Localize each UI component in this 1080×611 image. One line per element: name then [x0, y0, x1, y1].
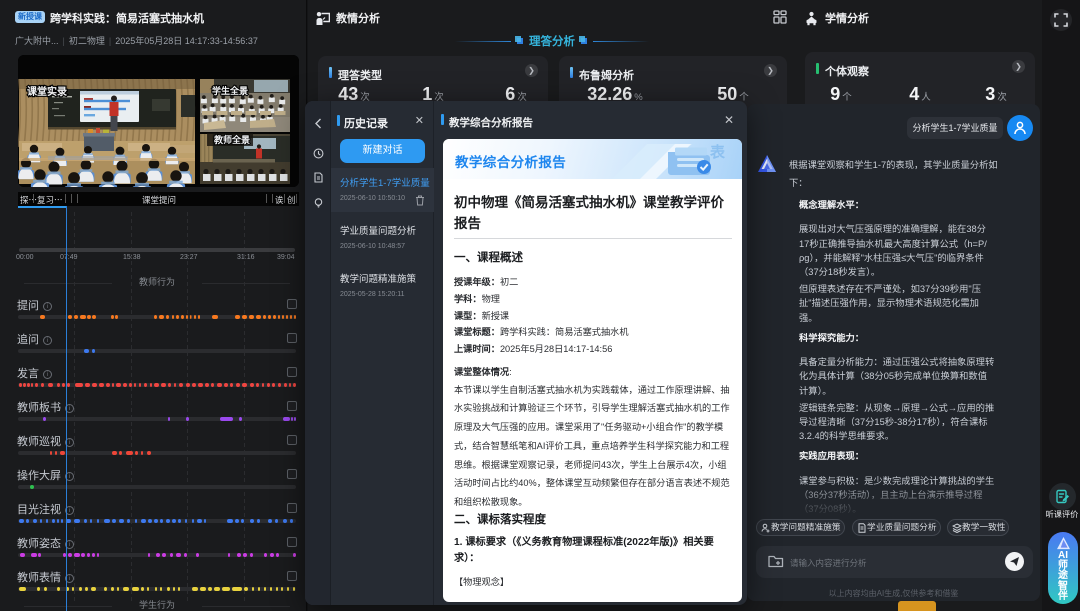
- svg-text:教师全景: 教师全景: [213, 134, 250, 145]
- svg-text:课堂实录: 课堂实录: [27, 85, 67, 98]
- svg-text:表: 表: [710, 143, 726, 161]
- svg-text:学生全景: 学生全景: [212, 85, 248, 96]
